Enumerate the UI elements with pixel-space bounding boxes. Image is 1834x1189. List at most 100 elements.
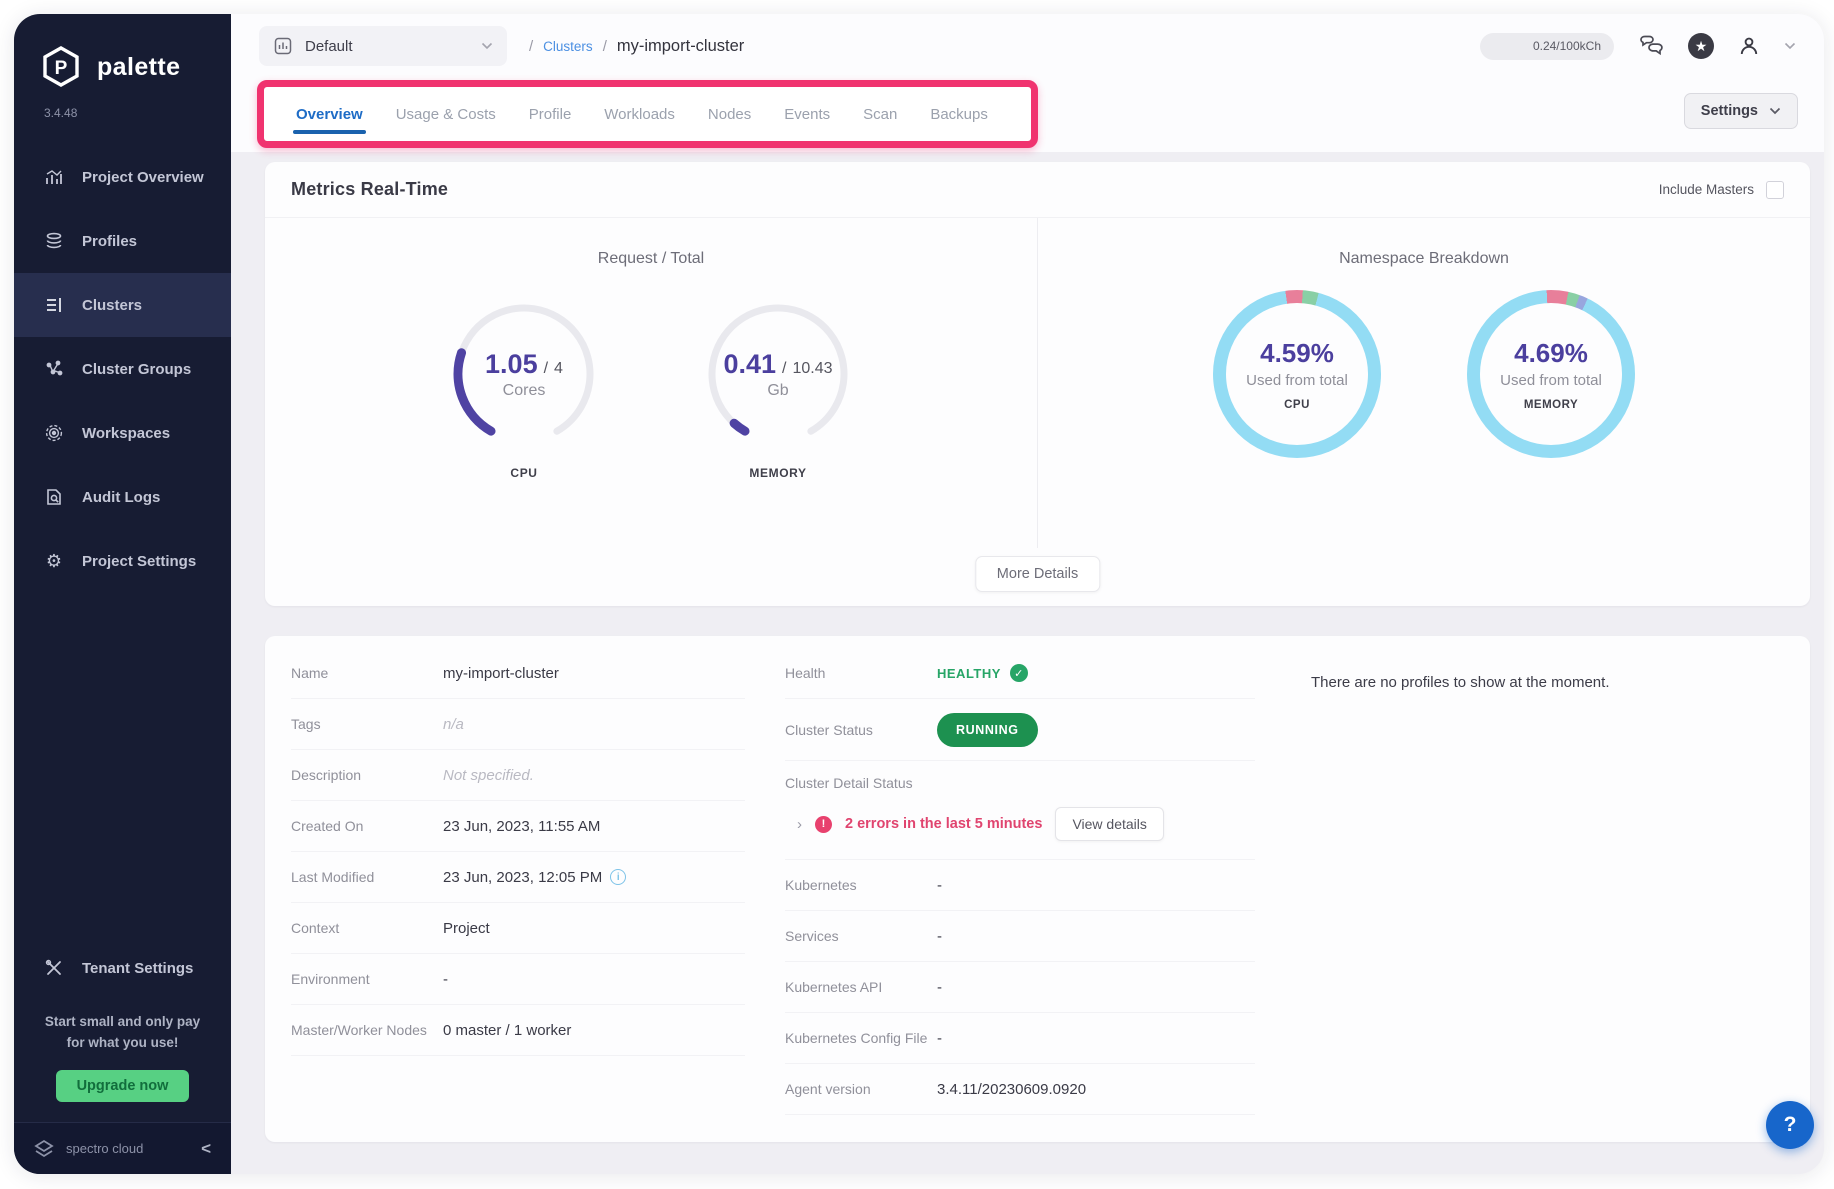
row-value: 0 master / 1 worker bbox=[443, 1022, 571, 1039]
app-version: 3.4.48 bbox=[14, 90, 231, 120]
sidebar-item-workspaces[interactable]: Workspaces bbox=[14, 401, 231, 465]
collapse-sidebar-chevron-icon[interactable]: < bbox=[201, 1139, 211, 1159]
tab-workloads[interactable]: Workloads bbox=[604, 87, 675, 141]
cpu-donut: 4.59% Used from total CPU bbox=[1202, 290, 1392, 458]
more-details-button[interactable]: More Details bbox=[975, 556, 1100, 592]
metrics-body: Request / Total bbox=[265, 218, 1810, 548]
memory-donut-label: MEMORY bbox=[1524, 399, 1578, 411]
breadcrumb-clusters-link[interactable]: Clusters bbox=[543, 39, 593, 54]
tools-icon bbox=[44, 958, 64, 978]
detail-row-services: Services - bbox=[785, 911, 1255, 962]
include-masters-label: Include Masters bbox=[1659, 182, 1754, 197]
row-value: 3.4.11/20230609.0920 bbox=[937, 1081, 1086, 1098]
cpu-donut-subtitle: Used from total bbox=[1246, 372, 1348, 389]
detail-row-name: Name my-import-cluster bbox=[291, 648, 745, 699]
error-message: 2 errors in the last 5 minutes bbox=[845, 816, 1042, 832]
memory-unit: Gb bbox=[767, 382, 788, 400]
tab-backups[interactable]: Backups bbox=[930, 87, 988, 141]
cpu-total-value: 4 bbox=[554, 360, 563, 378]
include-masters: Include Masters bbox=[1659, 181, 1784, 199]
tab-profile[interactable]: Profile bbox=[529, 87, 572, 141]
gauges-row: 1.05 / 4 Cores CPU bbox=[429, 290, 873, 480]
row-value: 23 Jun, 2023, 12:05 PM i bbox=[443, 869, 626, 886]
detail-row-cluster-status: Cluster Status RUNNING bbox=[785, 699, 1255, 761]
row-label: Last Modified bbox=[291, 869, 443, 885]
memory-gauge: 0.41 / 10.43 Gb MEMORY bbox=[683, 290, 873, 480]
tab-events[interactable]: Events bbox=[784, 87, 830, 141]
help-button[interactable]: ? bbox=[1766, 1101, 1814, 1149]
tab-usage-costs[interactable]: Usage & Costs bbox=[396, 87, 496, 141]
check-circle-icon: ✓ bbox=[1010, 664, 1028, 682]
bar-chart-icon bbox=[44, 167, 64, 187]
sidebar-item-profiles[interactable]: Profiles bbox=[14, 209, 231, 273]
tab-row: Overview Usage & Costs Profile Workloads… bbox=[231, 78, 1824, 152]
footer-brand: spectro cloud bbox=[66, 1141, 191, 1156]
row-label: Master/Worker Nodes bbox=[291, 1022, 443, 1038]
row-label: Environment bbox=[291, 971, 443, 987]
memory-used-value: 0.41 bbox=[723, 349, 776, 380]
upgrade-now-button[interactable]: Upgrade now bbox=[56, 1070, 190, 1102]
detail-row-last-modified: Last Modified 23 Jun, 2023, 12:05 PM i bbox=[291, 852, 745, 903]
expand-chevron-icon[interactable]: › bbox=[797, 816, 802, 833]
tab-overview[interactable]: Overview bbox=[296, 87, 363, 141]
sidebar-footer: spectro cloud < bbox=[14, 1122, 231, 1174]
memory-donut-percent: 4.69% bbox=[1514, 338, 1588, 369]
project-selector[interactable]: Default bbox=[259, 26, 507, 66]
cpu-donut-percent: 4.59% bbox=[1260, 338, 1334, 369]
sidebar-item-cluster-groups[interactable]: Cluster Groups bbox=[14, 337, 231, 401]
info-icon[interactable]: i bbox=[610, 869, 626, 885]
brand-name: palette bbox=[97, 53, 180, 82]
row-label: Created On bbox=[291, 818, 443, 834]
concentric-circles-icon bbox=[44, 423, 64, 443]
donuts-row: 4.59% Used from total CPU 4.69% bbox=[1202, 290, 1646, 458]
network-nodes-icon bbox=[44, 359, 64, 379]
request-total-title: Request / Total bbox=[598, 250, 704, 268]
brand-logo-row: P palette bbox=[14, 14, 231, 90]
error-badge-icon: ! bbox=[815, 816, 832, 833]
sidebar-item-clusters[interactable]: Clusters bbox=[14, 273, 231, 337]
cpu-donut-label: CPU bbox=[1284, 399, 1310, 411]
star-badge-icon[interactable]: ★ bbox=[1688, 33, 1714, 59]
user-chevron-down-icon[interactable] bbox=[1784, 42, 1796, 50]
user-icon[interactable] bbox=[1738, 35, 1760, 57]
row-value: - bbox=[937, 1030, 942, 1047]
project-selector-value: Default bbox=[305, 38, 469, 55]
row-label: Agent version bbox=[785, 1081, 937, 1097]
row-value: - bbox=[937, 979, 942, 996]
main-area: Default / Clusters / my-import-cluster 0… bbox=[231, 14, 1824, 1174]
settings-button[interactable]: Settings bbox=[1684, 93, 1798, 129]
usage-quota-badge: 0.24/100kCh bbox=[1480, 33, 1614, 60]
sidebar-item-label: Cluster Groups bbox=[82, 361, 191, 378]
chat-icon[interactable] bbox=[1638, 34, 1664, 58]
row-value: Project bbox=[443, 920, 490, 937]
sidebar-item-audit-logs[interactable]: Audit Logs bbox=[14, 465, 231, 529]
health-status: HEALTHY ✓ bbox=[937, 664, 1028, 682]
metrics-title: Metrics Real-Time bbox=[291, 179, 448, 200]
row-label: Kubernetes bbox=[785, 877, 937, 893]
memory-gauge-label: MEMORY bbox=[749, 466, 806, 480]
detail-row-context: Context Project bbox=[291, 903, 745, 954]
health-value: HEALTHY bbox=[937, 666, 1001, 681]
view-details-button[interactable]: View details bbox=[1055, 807, 1163, 841]
detail-row-kubernetes-api: Kubernetes API - bbox=[785, 962, 1255, 1013]
tabs-highlight-annotation: Overview Usage & Costs Profile Workloads… bbox=[257, 80, 1038, 148]
row-value: 23 Jun, 2023, 11:55 AM bbox=[443, 818, 600, 835]
tab-scan[interactable]: Scan bbox=[863, 87, 897, 141]
tab-nodes[interactable]: Nodes bbox=[708, 87, 751, 141]
gear-icon: ⚙ bbox=[44, 551, 64, 571]
namespace-breakdown-section: Namespace Breakdown 4.59% Used from tota… bbox=[1037, 218, 1810, 548]
row-value: - bbox=[443, 971, 448, 988]
sidebar-item-tenant-settings[interactable]: Tenant Settings bbox=[14, 936, 231, 1000]
sidebar: P palette 3.4.48 Project Overview bbox=[14, 14, 231, 1174]
detail-row-agent-version: Agent version 3.4.11/20230609.0920 bbox=[785, 1064, 1255, 1115]
detail-row-description: Description Not specified. bbox=[291, 750, 745, 801]
sidebar-item-project-overview[interactable]: Project Overview bbox=[14, 145, 231, 209]
sidebar-menu: Project Overview Profiles Clusters bbox=[14, 145, 231, 593]
topbar-right: 0.24/100kCh ★ bbox=[1480, 33, 1796, 60]
palette-logo-icon: P bbox=[38, 44, 84, 90]
request-total-section: Request / Total bbox=[265, 218, 1037, 548]
include-masters-checkbox[interactable] bbox=[1766, 181, 1784, 199]
sidebar-item-project-settings[interactable]: ⚙ Project Settings bbox=[14, 529, 231, 593]
profiles-empty-state: There are no profiles to show at the mom… bbox=[1285, 648, 1810, 1142]
detail-row-kubernetes-config-file: Kubernetes Config File - bbox=[785, 1013, 1255, 1064]
